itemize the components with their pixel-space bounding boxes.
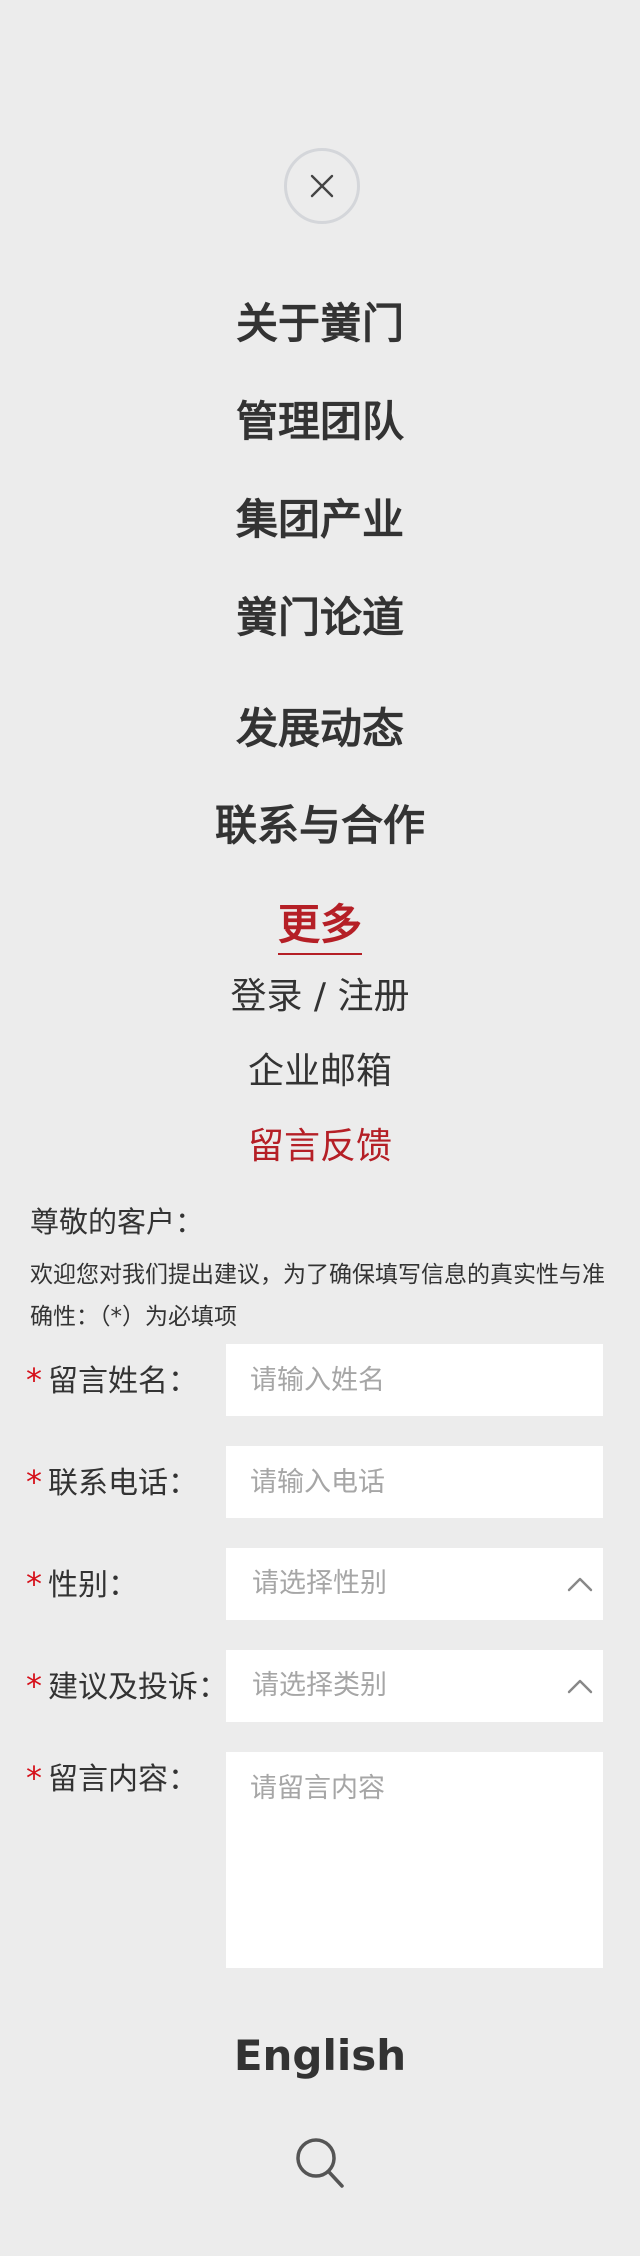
- gender-select-value: 请选择性别: [252, 1568, 387, 1599]
- nav-item-industry[interactable]: 集团产业: [0, 492, 640, 548]
- nav-item-contact[interactable]: 联系与合作: [0, 798, 640, 854]
- content-label: * 留言内容：: [26, 1759, 198, 1797]
- name-input[interactable]: [226, 1344, 603, 1416]
- form-note: 欢迎您对我们提出建议，为了确保填写信息的真实性与准确性：（*）为必填项: [30, 1262, 605, 1330]
- required-mark: *: [26, 1759, 42, 1797]
- nav-item-more[interactable]: 更多: [278, 897, 362, 955]
- gender-label: * 性别：: [26, 1565, 138, 1603]
- required-mark: *: [26, 1565, 42, 1603]
- search-button[interactable]: [294, 2136, 346, 2190]
- english-language-link[interactable]: English: [0, 2028, 640, 2084]
- close-icon: [310, 174, 334, 198]
- phone-input[interactable]: [226, 1446, 603, 1518]
- nav-item-news[interactable]: 发展动态: [0, 701, 640, 757]
- required-mark: *: [26, 1667, 42, 1705]
- suggestion-type-select[interactable]: 请选择类别: [226, 1650, 603, 1722]
- search-icon: [296, 2138, 344, 2188]
- nav-item-team[interactable]: 管理团队: [0, 394, 640, 450]
- suggestion-type-label: * 建议及投诉：: [26, 1667, 228, 1705]
- enterprise-mail-link[interactable]: 企业邮箱: [0, 1047, 640, 1097]
- chevron-up-icon: [567, 1679, 593, 1694]
- name-label: * 留言姓名：: [26, 1361, 198, 1399]
- required-mark: *: [26, 1361, 42, 1399]
- close-button[interactable]: [284, 148, 360, 224]
- content-textarea[interactable]: [226, 1752, 603, 1968]
- gender-select[interactable]: 请选择性别: [226, 1548, 603, 1620]
- suggestion-type-select-value: 请选择类别: [252, 1670, 387, 1701]
- phone-label: * 联系电话：: [26, 1463, 198, 1501]
- feedback-link[interactable]: 留言反馈: [0, 1122, 640, 1172]
- form-greeting: 尊敬的客户：: [30, 1205, 205, 1239]
- chevron-up-icon: [567, 1577, 593, 1592]
- required-mark: *: [26, 1463, 42, 1501]
- login-register-link[interactable]: 登录 / 注册: [0, 972, 640, 1022]
- nav-item-about[interactable]: 关于黉门: [0, 296, 640, 352]
- nav-item-forum[interactable]: 黉门论道: [0, 590, 640, 646]
